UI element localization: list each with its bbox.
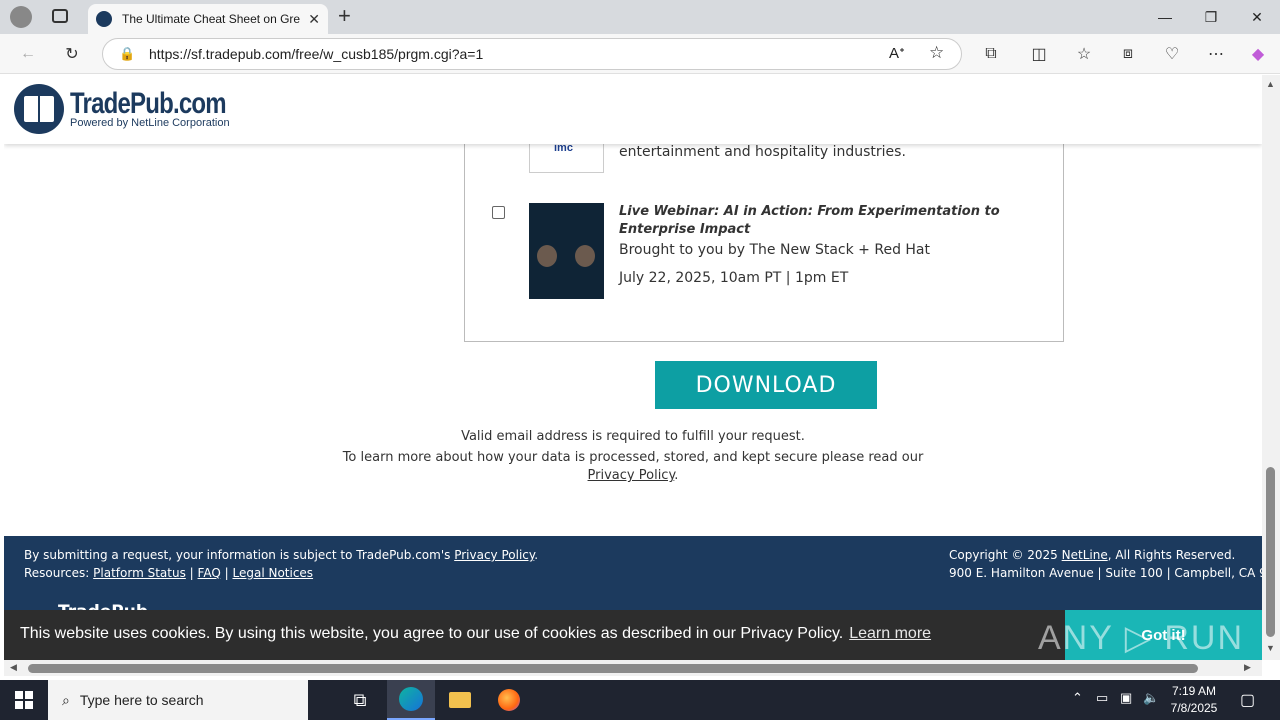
network-icon[interactable]: ▭ [1096, 690, 1108, 706]
copilot-icon[interactable]: ◆ [1246, 42, 1270, 66]
favorite-star-icon[interactable]: ☆ [929, 43, 944, 63]
clock-date: 7/8/2025 [1170, 701, 1218, 715]
vertical-scroll-thumb[interactable] [1266, 467, 1275, 637]
browser-tab-active[interactable]: The Ultimate Cheat Sheet on Gre ✕ [88, 4, 328, 34]
privacy-policy-link[interactable]: Privacy Policy [588, 468, 675, 483]
scroll-up-icon[interactable]: ▲ [1266, 79, 1275, 89]
browser-tab-bar: The Ultimate Cheat Sheet on Gre ✕ + — ❐ … [0, 0, 1280, 34]
resources-line: Resources: Platform Status | FAQ | Legal… [24, 566, 313, 580]
tradepub-favicon-icon [96, 11, 112, 27]
lock-icon[interactable]: 🔒 [119, 46, 135, 62]
address: 900 E. Hamilton Avenue | Suite 100 | Cam… [949, 566, 1262, 580]
horizontal-scroll-thumb[interactable] [28, 664, 1198, 673]
edge-app-icon[interactable] [387, 680, 435, 720]
address-bar-row: ← ↻ 🔒 https://sf.tradepub.com/free/w_cus… [0, 34, 1280, 74]
tab-actions-icon[interactable] [52, 9, 68, 23]
read-aloud-icon[interactable]: Aᐩ [889, 44, 905, 62]
platform-status-link[interactable]: Platform Status [93, 566, 186, 580]
tab-title: The Ultimate Cheat Sheet on Gre [122, 12, 301, 26]
more-menu-icon[interactable]: ⋯ [1204, 42, 1228, 66]
anyrun-watermark: ANY ▷ RUN [1038, 619, 1244, 657]
restore-icon[interactable]: ❐ [1188, 0, 1234, 34]
windows-taskbar: ⌕ Type here to search ⧉ ⌃ ▭ ▣ 🔈 7:19 AM … [0, 680, 1280, 720]
speaker-photo [575, 245, 595, 267]
separator: | [224, 566, 229, 580]
tray-chevron-icon[interactable]: ⌃ [1072, 690, 1083, 706]
data-processing-notice: To learn more about how your data is pro… [342, 450, 924, 465]
copyright: Copyright © 2025 NetLine, All Rights Res… [949, 548, 1235, 562]
netline-link[interactable]: NetLine [1062, 548, 1108, 562]
consent-line: By submitting a request, your informatio… [24, 548, 539, 562]
webinar-thumbnail [529, 203, 604, 299]
page-viewport: imc entertainment and hospitality indust… [4, 75, 1262, 660]
taskbar-search[interactable]: ⌕ Type here to search [48, 680, 308, 720]
back-icon[interactable]: ← [16, 42, 40, 66]
download-button[interactable]: DOWNLOAD [655, 361, 877, 409]
profile-icon[interactable] [10, 6, 32, 28]
rights-text: , All Rights Reserved. [1107, 548, 1236, 562]
offer-sponsor: Brought to you by The New Stack + Red Ha… [619, 242, 931, 258]
offer-description: entertainment and hospitality industries… [619, 144, 906, 160]
file-explorer-icon[interactable] [436, 680, 484, 720]
extensions-icon[interactable]: ⧉ [979, 42, 1003, 66]
refresh-icon[interactable]: ↻ [60, 42, 84, 66]
offer-title[interactable]: Live Webinar: AI in Action: From Experim… [619, 203, 1049, 239]
minimize-icon[interactable]: — [1142, 0, 1188, 34]
offer-date: July 22, 2025, 10am PT | 1pm ET [619, 270, 849, 286]
collections-icon[interactable]: ⧈ [1116, 42, 1140, 66]
volume-icon[interactable]: 🔈 [1143, 690, 1159, 706]
url-text: https://sf.tradepub.com/free/w_cusb185/p… [149, 46, 484, 62]
cookie-banner: This website uses cookies. By using this… [4, 610, 1262, 660]
period: . [674, 468, 679, 483]
notifications-icon[interactable]: ▢ [1240, 690, 1255, 710]
vertical-scrollbar[interactable]: ▲ ▼ [1262, 75, 1280, 660]
privacy-policy-line: Privacy Policy. [4, 468, 1262, 483]
logo-name[interactable]: TradePub.com [70, 87, 227, 121]
favorites-icon[interactable]: ☆ [1072, 42, 1096, 66]
firefox-icon[interactable] [485, 680, 533, 720]
copyright-text: Copyright © 2025 [949, 548, 1058, 562]
close-window-icon[interactable]: ✕ [1234, 0, 1280, 34]
split-screen-icon[interactable]: ◫ [1027, 42, 1051, 66]
consent-text: By submitting a request, your informatio… [24, 548, 451, 562]
learn-more-link[interactable]: Learn more [849, 625, 931, 642]
url-field[interactable]: 🔒 https://sf.tradepub.com/free/w_cusb185… [102, 38, 962, 70]
cookie-message: This website uses cookies. By using this… [20, 625, 931, 643]
logo-tagline: Powered by NetLine Corporation [70, 117, 230, 129]
scroll-right-icon[interactable]: ▶ [1244, 662, 1251, 673]
task-view-icon[interactable]: ⧉ [336, 680, 384, 720]
horizontal-scrollbar[interactable]: ◀ ▶ [4, 660, 1262, 676]
system-clock[interactable]: 7:19 AM 7/8/2025 [1160, 683, 1228, 717]
windows-start-icon[interactable] [0, 680, 48, 720]
tradepub-logo-icon[interactable] [14, 84, 64, 134]
email-required-notice: Valid email address is required to fulfi… [461, 429, 805, 444]
search-placeholder: Type here to search [79, 692, 204, 708]
resources-label: Resources: [24, 566, 90, 580]
search-icon: ⌕ [62, 691, 70, 708]
faq-link[interactable]: FAQ [198, 566, 221, 580]
clock-time: 7:19 AM [1171, 684, 1217, 698]
cookie-text: This website uses cookies. By using this… [20, 625, 844, 642]
browser-essentials-icon[interactable]: ♡ [1160, 42, 1184, 66]
offer-checkbox[interactable] [492, 206, 505, 219]
speaker-photo [537, 245, 557, 267]
tab-close-icon[interactable]: ✕ [308, 11, 320, 28]
separator: | [189, 566, 194, 580]
new-tab-button[interactable]: + [338, 3, 351, 29]
scroll-down-icon[interactable]: ▼ [1266, 643, 1275, 653]
display-icon[interactable]: ▣ [1120, 690, 1132, 706]
legal-notices-link[interactable]: Legal Notices [232, 566, 313, 580]
footer-privacy-link[interactable]: Privacy Policy [454, 548, 534, 562]
scroll-left-icon[interactable]: ◀ [10, 662, 17, 673]
site-header: TradePub.com Powered by NetLine Corporat… [4, 75, 1262, 144]
